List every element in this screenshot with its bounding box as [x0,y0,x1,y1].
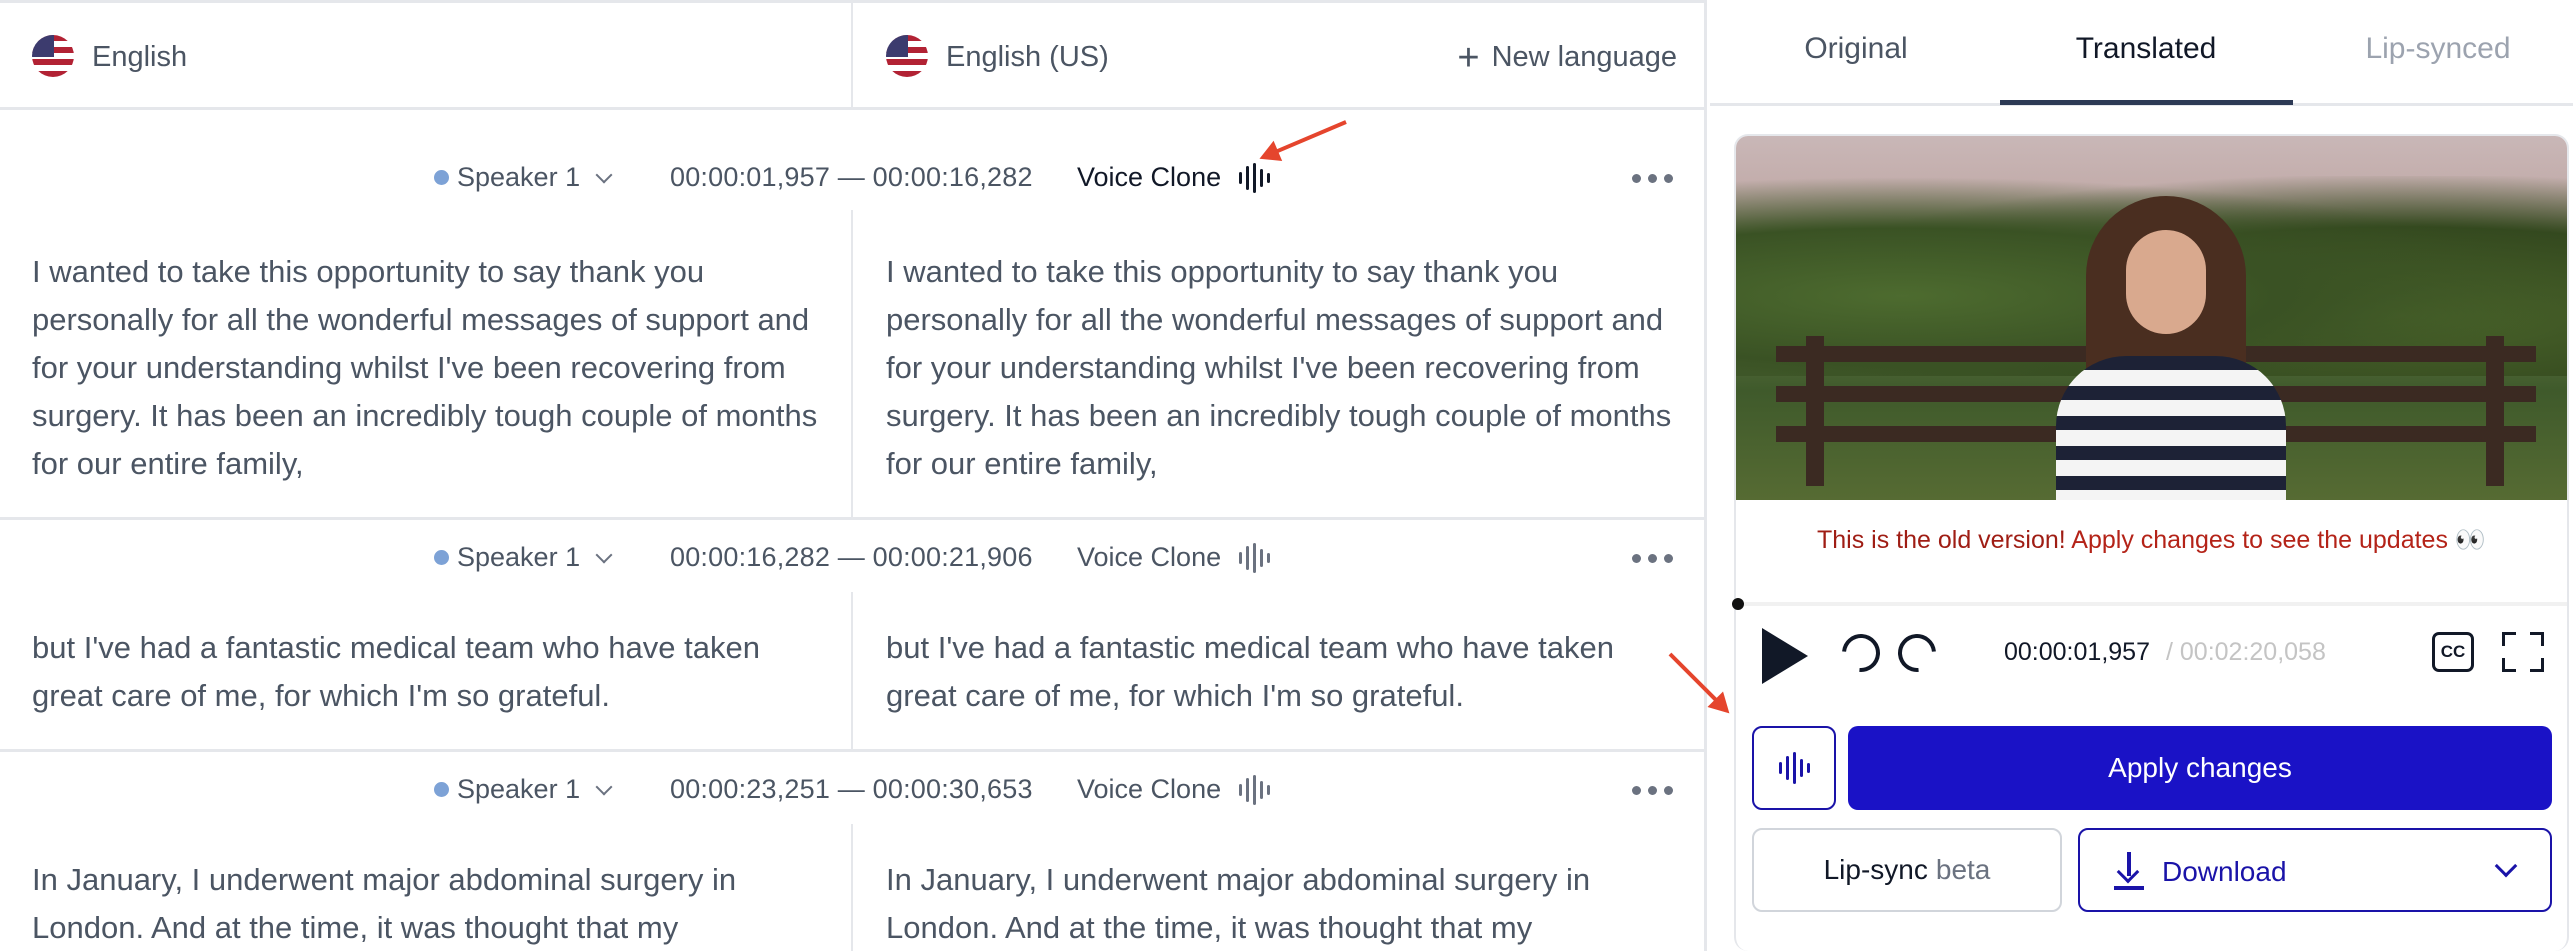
segment-timestamp[interactable]: 00:00:16,282 — 00:00:21,906 [670,542,1033,573]
translated-text[interactable]: I wanted to take this opportunity to say… [886,248,1686,488]
source-text[interactable]: In January, I underwent major abdominal … [32,856,832,951]
segment-timestamp[interactable]: 00:00:01,957 — 00:00:16,282 [670,162,1033,193]
voice-settings-button[interactable] [1752,726,1836,810]
player-controls: 00:00:01,957 / 00:02:20,058 CC [1736,622,2567,684]
captions-icon[interactable]: CC [2432,632,2474,672]
forward-icon[interactable] [1890,626,1944,680]
notice-text: Apply changes to see the updates 👀 [2071,526,2487,554]
segment-meta: Speaker 1 00:00:01,957 — 00:00:16,282 Vo… [0,146,1704,206]
download-label: Download [2162,856,2287,887]
old-version-notice: This is the old version! Apply changes t… [1736,526,2567,555]
chevron-down-icon [595,166,613,183]
segment-meta: Speaker 1 00:00:16,282 — 00:00:21,906 Vo… [0,526,1704,586]
voice-clone-selector[interactable]: Voice Clone [1077,542,1271,573]
play-icon[interactable] [1762,628,1808,684]
language-bar: English English (US) + New language [0,0,1704,110]
column-divider [851,824,853,951]
current-time: 00:00:01,957 [2004,638,2150,666]
target-language-selector[interactable]: English (US) [946,41,1109,74]
waveform-icon [1778,752,1810,784]
beta-badge: beta [1935,854,1991,885]
tab-lip-synced[interactable]: Lip-synced [2292,32,2573,66]
voice-label: Voice Clone [1077,162,1222,192]
tab-translated[interactable]: Translated [2000,32,2292,66]
voice-clone-selector[interactable]: Voice Clone [1077,774,1271,805]
progress-bar[interactable] [1736,602,2567,606]
speaker-selector[interactable]: Speaker 1 [434,542,613,573]
waveform-icon [1239,774,1271,805]
source-language-label: English [92,41,188,73]
more-options-icon[interactable] [1632,554,1673,563]
preview-panel: Original Translated Lip-synced This is t… [1668,0,2573,951]
chevron-down-icon [595,778,613,795]
chevron-down-icon [595,546,613,563]
speaker-color-dot [434,550,449,565]
translated-text[interactable]: but I've had a fantastic medical team wh… [886,624,1686,720]
segment-row: Speaker 1 00:00:23,251 — 00:00:30,653 Vo… [0,752,1704,951]
source-text[interactable]: I wanted to take this opportunity to say… [32,248,832,488]
lip-sync-label: Lip-sync [1823,854,1928,885]
more-options-icon[interactable] [1632,786,1673,795]
view-tabs: Original Translated Lip-synced [1710,0,2573,106]
apply-changes-button[interactable]: Apply changes [1848,726,2552,810]
segment-timestamp[interactable]: 00:00:23,251 — 00:00:30,653 [670,774,1033,805]
new-language-label: New language [1491,41,1677,73]
notice-bold: This is the old version! [1816,526,2066,554]
speaker-label: Speaker 1 [457,774,581,804]
translated-text[interactable]: In January, I underwent major abdominal … [886,856,1686,951]
more-options-icon[interactable] [1632,174,1673,183]
video-preview[interactable] [1736,136,2567,500]
speaker-selector[interactable]: Speaker 1 [434,774,613,805]
fullscreen-icon[interactable] [2502,632,2544,672]
new-language-button[interactable]: + New language [1457,36,1677,79]
waveform-icon [1239,542,1271,573]
voice-label: Voice Clone [1077,774,1222,804]
chevron-down-icon[interactable] [2494,854,2518,878]
active-tab-indicator [2000,100,2293,105]
video-subject [2036,186,2306,500]
download-button[interactable]: Download [2078,828,2552,912]
segment-meta: Speaker 1 00:00:23,251 — 00:00:30,653 Vo… [0,758,1704,818]
column-divider [851,210,853,517]
speaker-color-dot [434,782,449,797]
total-time: / 00:02:20,058 [2166,638,2326,666]
app: English English (US) + New language Spea… [0,0,2573,951]
column-divider [851,592,853,749]
transcript-editor: English English (US) + New language Spea… [0,0,1707,951]
lip-sync-button[interactable]: Lip-sync beta [1752,828,2062,912]
progress-handle[interactable] [1732,598,1744,610]
player-card: This is the old version! Apply changes t… [1732,134,2569,951]
voice-label: Voice Clone [1077,542,1222,572]
column-divider [851,3,853,110]
tab-original[interactable]: Original [1710,32,2002,66]
us-flag-icon [32,35,74,77]
segment-row: Speaker 1 00:00:01,957 — 00:00:16,282 Vo… [0,110,1704,520]
speaker-selector[interactable]: Speaker 1 [434,162,613,193]
speaker-label: Speaker 1 [457,542,581,572]
voice-clone-selector[interactable]: Voice Clone [1077,162,1271,193]
speaker-label: Speaker 1 [457,162,581,192]
plus-icon: + [1457,36,1480,79]
us-flag-icon [886,35,928,77]
rewind-icon[interactable] [1834,626,1888,680]
source-text[interactable]: but I've had a fantastic medical team wh… [32,624,832,720]
segment-row: Speaker 1 00:00:16,282 — 00:00:21,906 Vo… [0,520,1704,752]
speaker-color-dot [434,170,449,185]
download-icon [2114,852,2144,890]
